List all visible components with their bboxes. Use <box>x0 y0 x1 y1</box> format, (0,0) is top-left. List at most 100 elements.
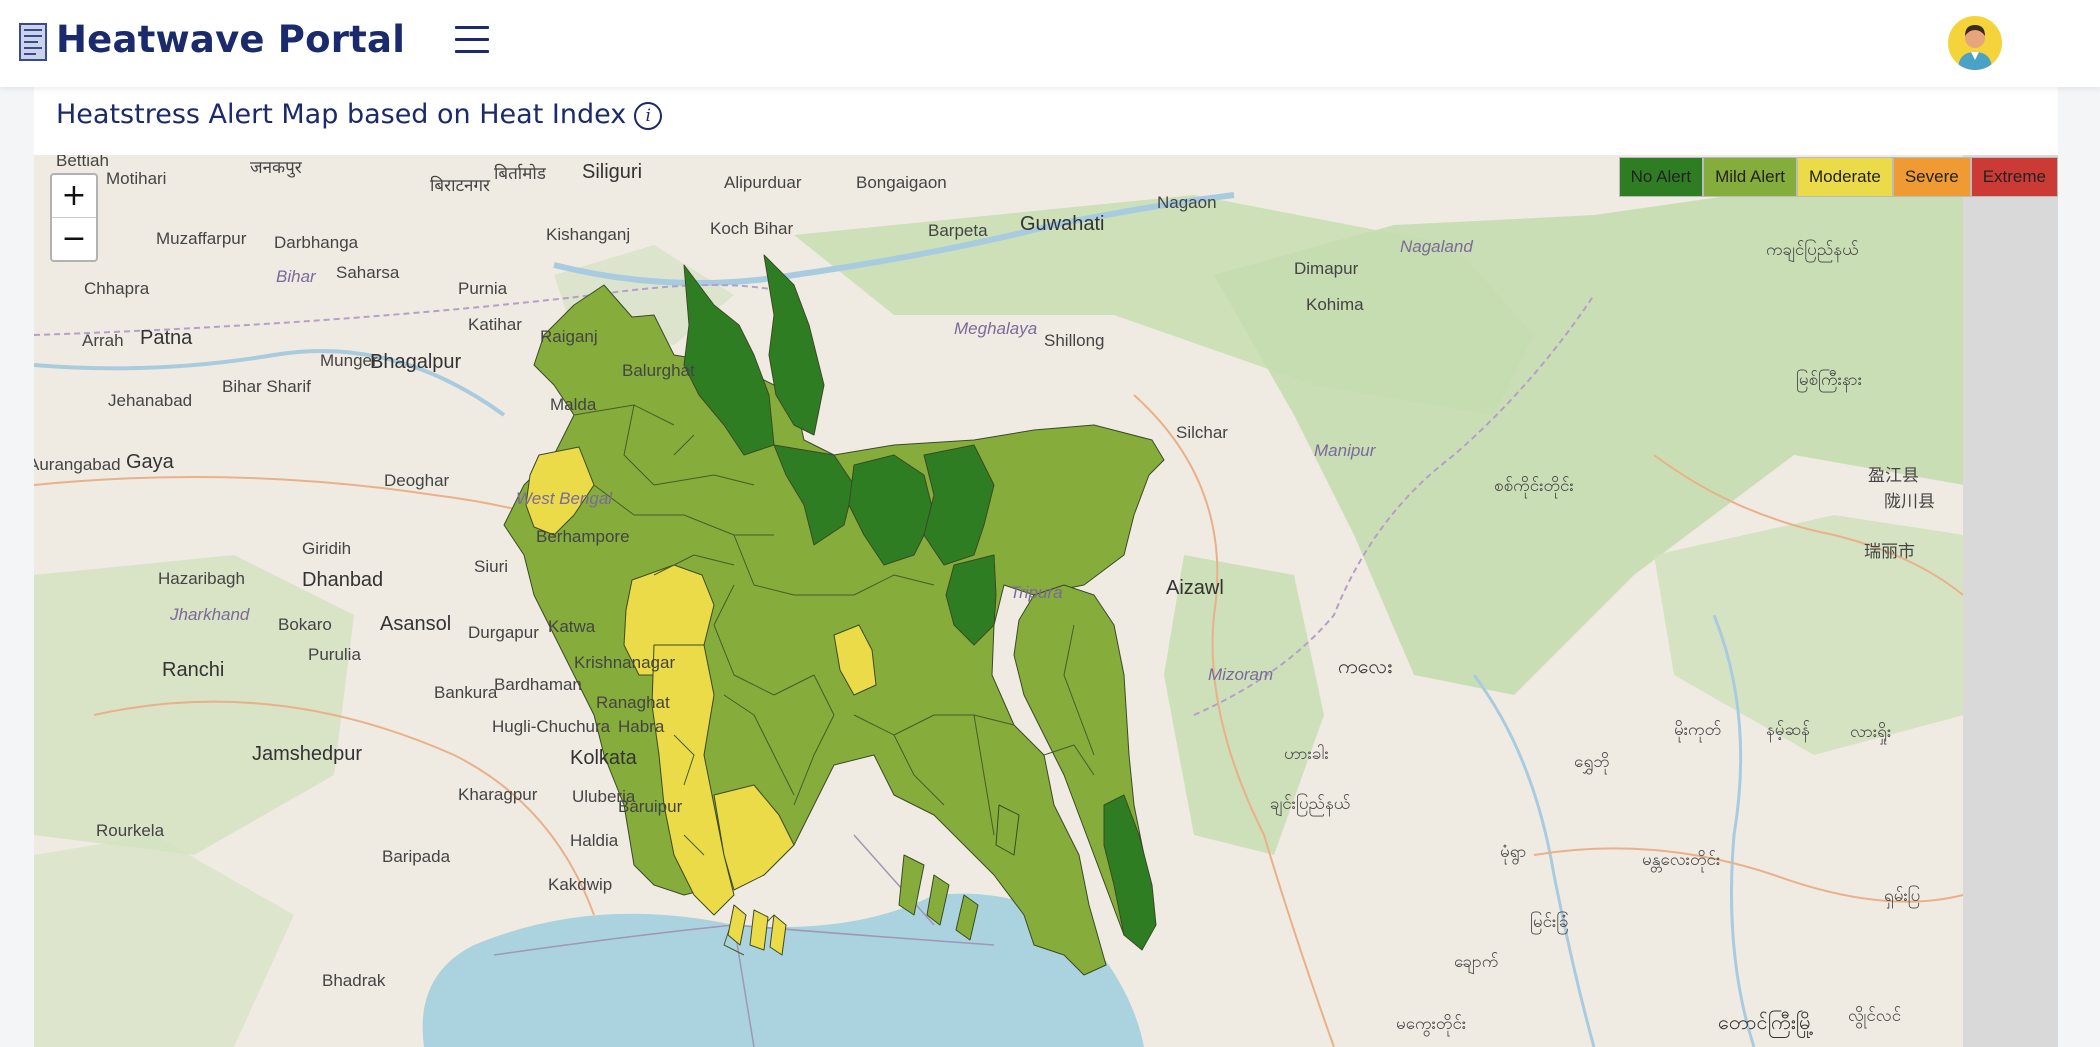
place-label: Aurangabad <box>34 455 121 474</box>
place-label: Giridih <box>302 539 352 558</box>
place-label: ရွှေဘို <box>1574 752 1610 771</box>
legend-extreme: Extreme <box>1970 157 2058 197</box>
place-label: Katihar <box>468 315 522 334</box>
place-label: မိုးကုတ် <box>1674 720 1722 739</box>
map-side-strip <box>1963 155 2058 1047</box>
place-label: Nagaland <box>1400 237 1473 256</box>
place-label: Jharkhand <box>170 605 250 624</box>
place-label: Manipur <box>1314 441 1376 460</box>
place-label: ချောက် <box>1454 952 1499 971</box>
legend-mild-alert: Mild Alert <box>1703 157 1797 197</box>
place-label: Bihar <box>276 267 316 286</box>
place-label: Munger <box>320 351 378 370</box>
place-label: Bongaigaon <box>856 173 947 192</box>
place-label: တောင်ကြီးမြို့ <box>1718 1012 1814 1034</box>
heatstress-map[interactable]: Bettiah Motihari जनकपुर बिराटनगर बिर्ताम… <box>34 155 2058 1047</box>
place-label: Guwahati <box>1020 213 1105 235</box>
place-label: ချင်းပြည်နယ် <box>1270 794 1351 813</box>
place-label: Berhampore <box>536 527 630 546</box>
place-label: Kolkata <box>570 747 637 769</box>
place-label: Purulia <box>308 645 361 664</box>
place-label: လားရှိုး <box>1850 722 1892 741</box>
place-label: Bhadrak <box>322 971 386 990</box>
hamburger-menu-icon[interactable] <box>455 26 489 58</box>
zoom-out-button[interactable]: − <box>52 217 96 260</box>
place-label: Baruipur <box>618 797 683 816</box>
place-label: Katwa <box>548 617 596 636</box>
legend-no-alert: No Alert <box>1618 157 1704 197</box>
place-label: Ranchi <box>162 659 225 681</box>
place-label: Muzaffarpur <box>156 229 247 248</box>
place-label: Bankura <box>434 683 498 702</box>
legend-severe: Severe <box>1892 157 1971 197</box>
place-label: Dimapur <box>1294 259 1359 278</box>
place-label: ကလေး <box>1338 656 1393 678</box>
info-icon[interactable]: i <box>634 101 663 130</box>
place-label: Mizoram <box>1208 665 1274 684</box>
place-label: Ranaghat <box>596 693 670 712</box>
place-label: 陇川县 <box>1884 492 1935 511</box>
place-label: Bhagalpur <box>370 351 462 373</box>
place-label: Jamshedpur <box>252 743 363 765</box>
place-label: Krishnanagar <box>574 653 676 672</box>
place-label: Shillong <box>1044 331 1105 350</box>
place-label: လွိုင်လင် <box>1848 1006 1902 1025</box>
place-label: Habra <box>618 717 665 736</box>
place-label: 瑞丽市 <box>1864 542 1915 561</box>
place-label: နမ့်ဆန် <box>1766 720 1810 739</box>
place-label: စစ်ကိုင်းတိုင်း <box>1494 476 1574 495</box>
place-label: Kharagpur <box>458 785 538 804</box>
legend-moderate: Moderate <box>1797 157 1893 197</box>
place-label: Bokaro <box>278 615 332 634</box>
place-label: Barpeta <box>928 221 988 240</box>
place-label: जनकपुर <box>250 158 302 177</box>
place-label: Kishanganj <box>546 225 631 244</box>
place-label: Hazaribagh <box>158 569 245 588</box>
place-label: Raiganj <box>540 327 598 346</box>
place-label: Motihari <box>106 169 167 188</box>
place-label: ဟားခါး <box>1284 744 1329 763</box>
place-label: Purnia <box>458 279 508 298</box>
place-label: မုံရွာ <box>1500 842 1527 861</box>
place-label: Balurghat <box>622 361 695 380</box>
place-label: မကွေးတိုင်း <box>1396 1014 1467 1033</box>
place-label: Gaya <box>126 451 174 473</box>
place-label: Aizawl <box>1166 577 1224 599</box>
place-label: ကချင်ပြည်နယ် <box>1766 240 1859 259</box>
user-avatar-icon[interactable] <box>1948 16 2002 70</box>
place-label: Hugli-Chuchura <box>492 717 611 736</box>
map-title-text: Heatstress Alert Map based on Heat Index <box>56 99 627 130</box>
place-label: Baripada <box>382 847 451 866</box>
place-label: Alipurduar <box>724 173 802 192</box>
map-title: Heatstress Alert Map based on Heat Index… <box>56 99 663 130</box>
place-label: Siliguri <box>582 161 643 183</box>
place-label: မြင်းခြံ <box>1530 912 1569 931</box>
place-label: ရှမ်းပြ <box>1884 886 1921 905</box>
place-label: Bihar Sharif <box>222 377 311 396</box>
place-label: Asansol <box>380 613 452 635</box>
place-label: မြစ်ကြီးနား <box>1796 370 1863 389</box>
place-label: West Bengal <box>516 489 613 508</box>
alert-map-card: Heatstress Alert Map based on Heat Index… <box>34 87 2058 1047</box>
place-label: Chhapra <box>84 279 150 298</box>
place-label: Deoghar <box>384 471 450 490</box>
place-label: Bardhaman <box>494 675 582 694</box>
place-label: Jehanabad <box>108 391 193 410</box>
place-label: बिर्तामोड <box>494 164 546 183</box>
place-label: Saharsa <box>336 263 400 282</box>
app-title[interactable]: Heatwave Portal <box>56 18 405 61</box>
place-label: Bettiah <box>56 155 109 170</box>
place-label: Meghalaya <box>954 319 1038 338</box>
place-label: बिराटनगर <box>430 176 490 195</box>
place-label: Nagaon <box>1157 193 1217 212</box>
place-label: Kakdwip <box>548 875 613 894</box>
place-label: Durgapur <box>468 623 539 642</box>
zoom-in-button[interactable]: + <box>52 175 96 217</box>
place-label: Rourkela <box>96 821 165 840</box>
alert-legend: No Alert Mild Alert Moderate Severe Extr… <box>1618 157 2058 197</box>
place-label: Silchar <box>1176 423 1228 442</box>
place-label: Malda <box>550 395 597 414</box>
place-label: Arrah <box>82 331 124 350</box>
place-label: မန္တလေးတိုင်း <box>1642 850 1721 869</box>
place-label: Patna <box>140 327 193 349</box>
